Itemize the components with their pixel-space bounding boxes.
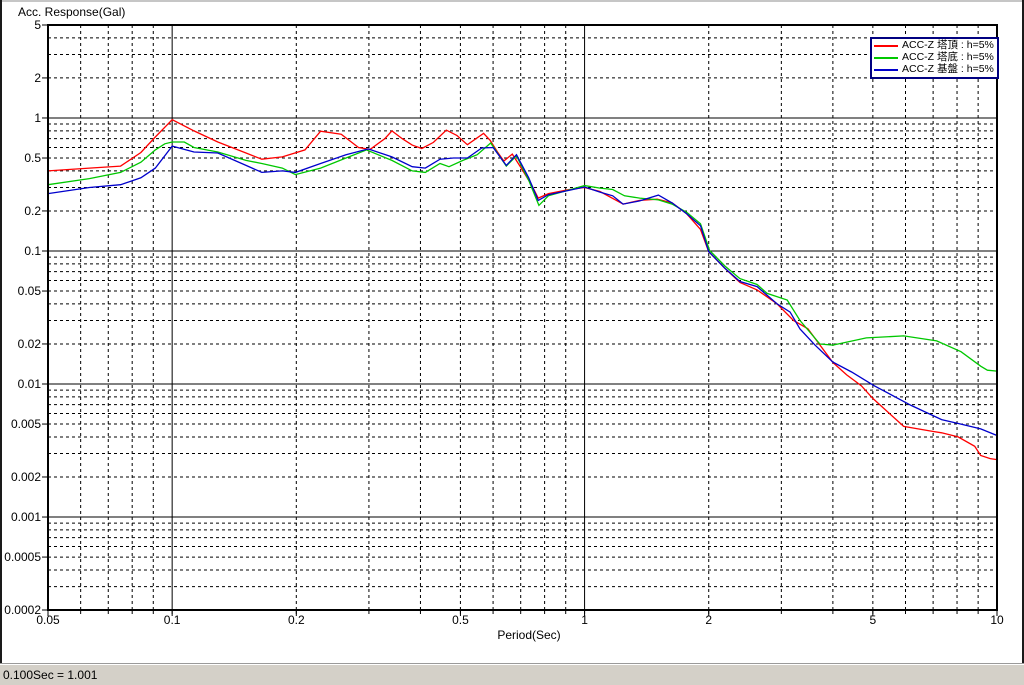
svg-text:0.001: 0.001 (11, 510, 41, 524)
svg-text:0.2: 0.2 (288, 613, 305, 627)
grid-lines (48, 25, 997, 610)
response-spectrum-plot[interactable]: 0.05 0.1 0.2 0.5 1 2 5 105210.50.20.10.050.020.… (0, 0, 1024, 660)
svg-text:1: 1 (34, 111, 41, 125)
legend-line-swatch-green (874, 57, 898, 59)
svg-text:0.005: 0.005 (11, 417, 41, 431)
svg-text:5: 5 (34, 18, 41, 32)
svg-text:0.5: 0.5 (24, 151, 41, 165)
svg-text:0.0002: 0.0002 (4, 603, 41, 617)
legend-line-swatch-red (874, 45, 898, 47)
legend: ACC-Z 塔頂 : h=5% ACC-Z 塔底 : h=5% ACC-Z 基盤… (870, 37, 999, 79)
svg-text:10: 10 (990, 613, 1004, 627)
svg-text:0.002: 0.002 (11, 470, 41, 484)
status-bar: 0.100Sec = 1.001 (0, 663, 1024, 685)
x-axis-title: Period(Sec) (497, 628, 560, 642)
window-border-top (0, 0, 1024, 2)
svg-text:1: 1 (581, 613, 588, 627)
plot-frame (47, 24, 998, 611)
svg-text:0.2: 0.2 (24, 204, 41, 218)
svg-text:0.0005: 0.0005 (4, 550, 41, 564)
svg-text:2: 2 (705, 613, 712, 627)
window-border-left (0, 0, 2, 663)
svg-text:0.1: 0.1 (164, 613, 181, 627)
svg-text:0.5: 0.5 (452, 613, 469, 627)
axis-tick-labels: 0.05 0.1 0.2 0.5 1 2 5 105210.50.20.10.050.020.… (4, 18, 1004, 627)
svg-text:0.01: 0.01 (18, 377, 42, 391)
legend-line-swatch-blue (874, 69, 898, 71)
legend-row: ACC-Z 基盤 : h=5% (874, 64, 994, 76)
svg-text:0.02: 0.02 (18, 337, 42, 351)
svg-text:0.05: 0.05 (18, 284, 42, 298)
svg-text:5: 5 (870, 613, 877, 627)
legend-label: ACC-Z 基盤 : h=5% (902, 63, 994, 76)
svg-text:2: 2 (34, 71, 41, 85)
status-readout-text: 0.100Sec = 1.001 (3, 667, 98, 682)
svg-text:0.1: 0.1 (24, 244, 41, 258)
chart-panel: Acc. Response(Gal) 0.05 0.1 0.2 0.5 1 2 5 10 5 2 1… (0, 0, 1024, 663)
